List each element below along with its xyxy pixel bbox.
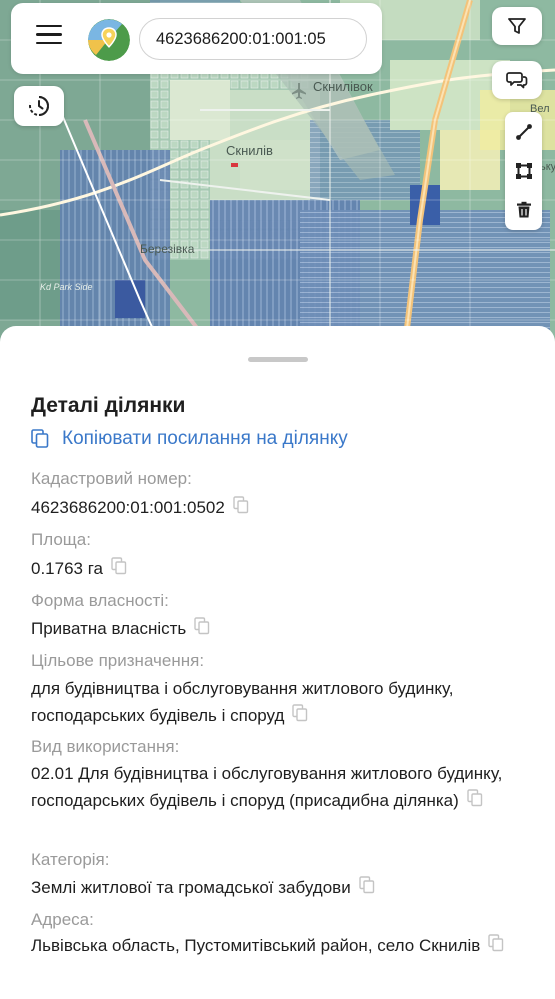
- copy-icon[interactable]: [467, 789, 483, 807]
- chat-icon: [506, 72, 528, 89]
- search-input[interactable]: [139, 18, 367, 60]
- filter-button[interactable]: [492, 7, 542, 45]
- usage-value: 02.01 Для будівництва і обслуговування ж…: [31, 760, 531, 814]
- map-label-park: Kd Park Side: [40, 282, 93, 292]
- purpose-label: Цільове призначення:: [31, 651, 205, 670]
- measure-tools: [505, 112, 542, 230]
- address-value: Львівська область, Пустомитівський район…: [31, 932, 531, 959]
- trash-icon: [516, 201, 531, 217]
- measure-line-button[interactable]: [505, 112, 542, 151]
- measure-area-icon: [515, 162, 532, 179]
- map-label-berezivka: Березівка: [140, 242, 195, 256]
- address-text: Львівська область, Пустомитівський район…: [31, 936, 481, 955]
- ownership-text: Приватна власність: [31, 619, 187, 638]
- copy-icon[interactable]: [194, 617, 210, 635]
- usage-text: 02.01 Для будівництва і обслуговування ж…: [31, 764, 503, 810]
- map-label-sknyliv: Скнилів: [226, 143, 273, 158]
- copy-icon[interactable]: [233, 496, 249, 514]
- address-label: Адреса:: [31, 910, 94, 929]
- area-text: 0.1763 га: [31, 559, 104, 578]
- copy-icon[interactable]: [111, 557, 127, 575]
- menu-icon[interactable]: [35, 25, 65, 51]
- ownership-label: Форма власності:: [31, 591, 169, 610]
- filter-icon: [508, 18, 526, 34]
- chat-button[interactable]: [492, 61, 542, 99]
- copy-icon[interactable]: [292, 704, 308, 722]
- history-button[interactable]: [14, 86, 64, 126]
- measure-line-icon: [515, 123, 532, 140]
- map-label-right-2: ьку: [540, 161, 555, 173]
- copy-parcel-link-label: Копіювати посилання на ділянку: [62, 428, 348, 449]
- history-clock-icon: [29, 96, 50, 116]
- usage-label: Вид використання:: [31, 737, 180, 756]
- cadastral-number-label: Кадастровий номер:: [31, 469, 192, 488]
- cadastral-number-value: 4623686200:01:001:0502: [31, 494, 531, 521]
- copy-icon[interactable]: [359, 876, 375, 894]
- ownership-value: Приватна власність: [31, 615, 531, 642]
- cadastral-number-text: 4623686200:01:001:0502: [31, 498, 225, 517]
- category-label: Категорія:: [31, 850, 110, 869]
- area-value: 0.1763 га: [31, 555, 531, 582]
- category-text: Землі житлової та громадської забудови: [31, 878, 351, 897]
- purpose-text: для будівництва і обслуговування житлово…: [31, 679, 454, 725]
- parcel-details-sheet: Деталі ділянки Копіювати посилання на ді…: [0, 326, 555, 999]
- copy-icon: [31, 429, 49, 448]
- copy-icon[interactable]: [488, 934, 504, 952]
- map-logo-icon[interactable]: [88, 19, 130, 61]
- purpose-value: для будівництва і обслуговування житлово…: [31, 675, 531, 729]
- area-label: Площа:: [31, 530, 91, 549]
- category-value: Землі житлової та громадської забудови: [31, 874, 531, 901]
- copy-parcel-link[interactable]: Копіювати посилання на ділянку: [31, 428, 348, 450]
- measure-area-button[interactable]: [505, 151, 542, 190]
- search-card: [11, 3, 382, 74]
- map-label-sknylivok: Скнилівок: [313, 79, 373, 94]
- sheet-title: Деталі ділянки: [31, 394, 186, 417]
- sheet-drag-handle[interactable]: [248, 357, 308, 362]
- delete-button[interactable]: [505, 190, 542, 229]
